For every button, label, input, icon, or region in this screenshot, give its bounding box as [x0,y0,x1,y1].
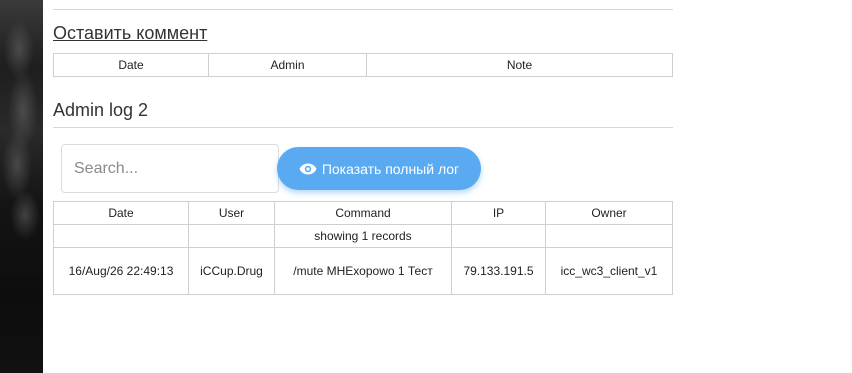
table-header-row: Date Admin Note [53,53,673,77]
column-header-date: Date [53,53,209,77]
records-count: showing 1 records [274,224,452,248]
cell-owner: icc_wc3_client_v1 [545,247,673,295]
column-header-admin: Admin [208,53,367,77]
show-full-log-button[interactable]: Показать полный лог [277,147,481,190]
column-header-owner: Owner [545,201,673,225]
divider [53,9,673,10]
eye-icon [299,163,317,175]
cell-date: 16/Aug/26 22:49:13 [53,247,189,295]
admin-log-table: Date User Command IP Owner showing 1 rec… [53,201,673,295]
cell-user: iCCup.Drug [188,247,275,295]
cell-command: /mute МНЕхоpowo 1 Тест [274,247,452,295]
admin-log-title: Admin log 2 [53,100,149,120]
cell-ip: 79.133.191.5 [451,247,546,295]
background-art-strip [0,0,43,373]
table-header-row: Date User Command IP Owner [53,201,673,225]
search-input[interactable] [61,144,279,193]
show-full-log-label: Показать полный лог [321,160,460,177]
column-header-user: User [188,201,275,225]
table-row: 16/Aug/26 22:49:13 iCCup.Drug /mute МНЕх… [53,247,673,295]
page: Оставить коммент Date Admin Note Admin l… [0,0,852,373]
column-header-date: Date [53,201,189,225]
divider [53,127,673,128]
column-header-note: Note [366,53,673,77]
column-header-command: Command [274,201,452,225]
records-count-row: showing 1 records [53,224,673,248]
column-header-ip: IP [451,201,546,225]
comments-table: Date Admin Note [53,53,673,77]
leave-comment-link[interactable]: Оставить коммент [53,23,207,44]
